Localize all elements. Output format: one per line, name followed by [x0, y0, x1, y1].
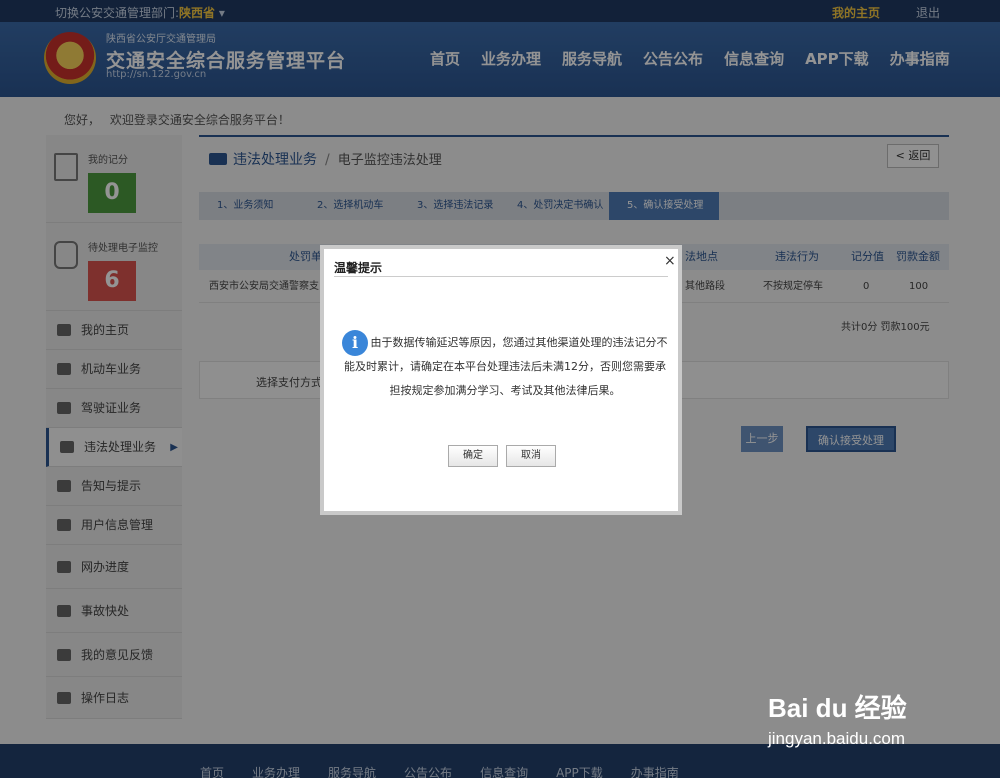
ok-button[interactable]: 确定	[448, 445, 498, 467]
watermark-url: jingyan.baidu.com	[768, 729, 906, 748]
dialog-title: 温馨提示	[334, 261, 383, 275]
dialog-message: 由于数据传输延迟等原因，您通过其他渠道处理的违法记分不能及时累计，请确定在本平台…	[344, 336, 668, 397]
divider	[334, 276, 668, 277]
notice-dialog: 温馨提示 × 由于数据传输延迟等原因，您通过其他渠道处理的违法记分不能及时累计，…	[320, 245, 682, 515]
baidu-watermark: Bai du 经验 jingyan.baidu.com	[768, 688, 907, 749]
cancel-button[interactable]: 取消	[506, 445, 556, 467]
watermark-brand: Bai du 经验	[768, 693, 907, 723]
info-icon: i	[342, 330, 368, 356]
close-icon[interactable]: ×	[664, 253, 676, 269]
